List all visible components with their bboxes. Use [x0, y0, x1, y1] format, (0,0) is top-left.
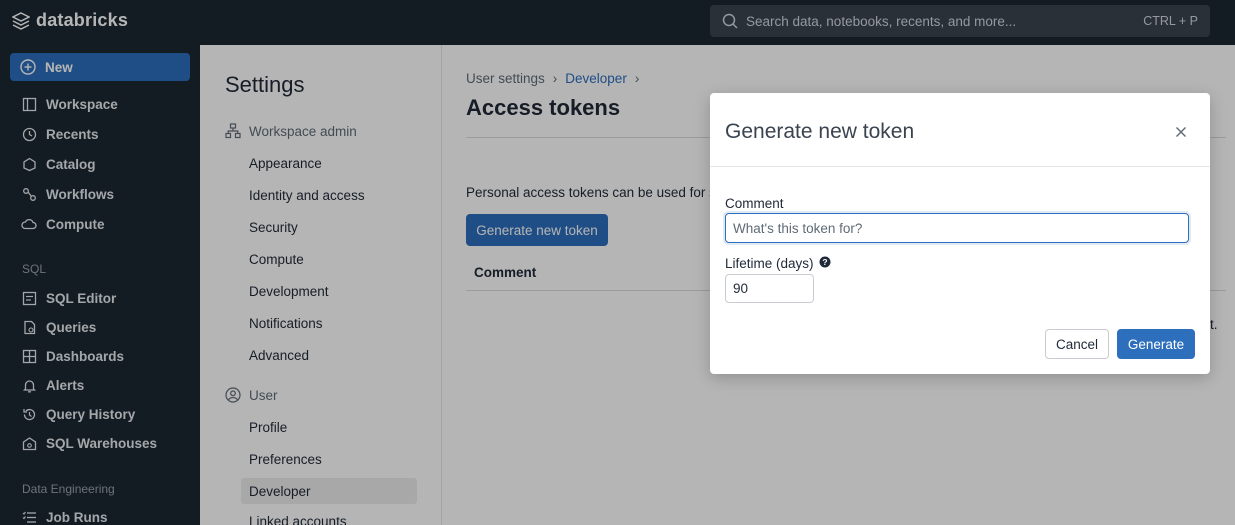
modal-title: Generate new token: [725, 120, 915, 143]
generate-token-modal: Generate new token Comment Lifetime (day…: [710, 93, 1210, 374]
svg-text:?: ?: [822, 257, 827, 267]
modal-divider: [710, 166, 1210, 167]
comment-label-text: Comment: [725, 196, 784, 211]
help-icon[interactable]: ?: [819, 256, 831, 271]
cancel-button[interactable]: Cancel: [1045, 329, 1109, 359]
comment-input[interactable]: [725, 213, 1189, 243]
comment-label: Comment: [725, 196, 784, 211]
close-icon[interactable]: [1172, 123, 1190, 141]
lifetime-input[interactable]: [725, 274, 814, 303]
generate-button[interactable]: Generate: [1117, 329, 1195, 359]
lifetime-label: Lifetime (days) ?: [725, 256, 831, 271]
lifetime-label-text: Lifetime (days): [725, 256, 814, 271]
